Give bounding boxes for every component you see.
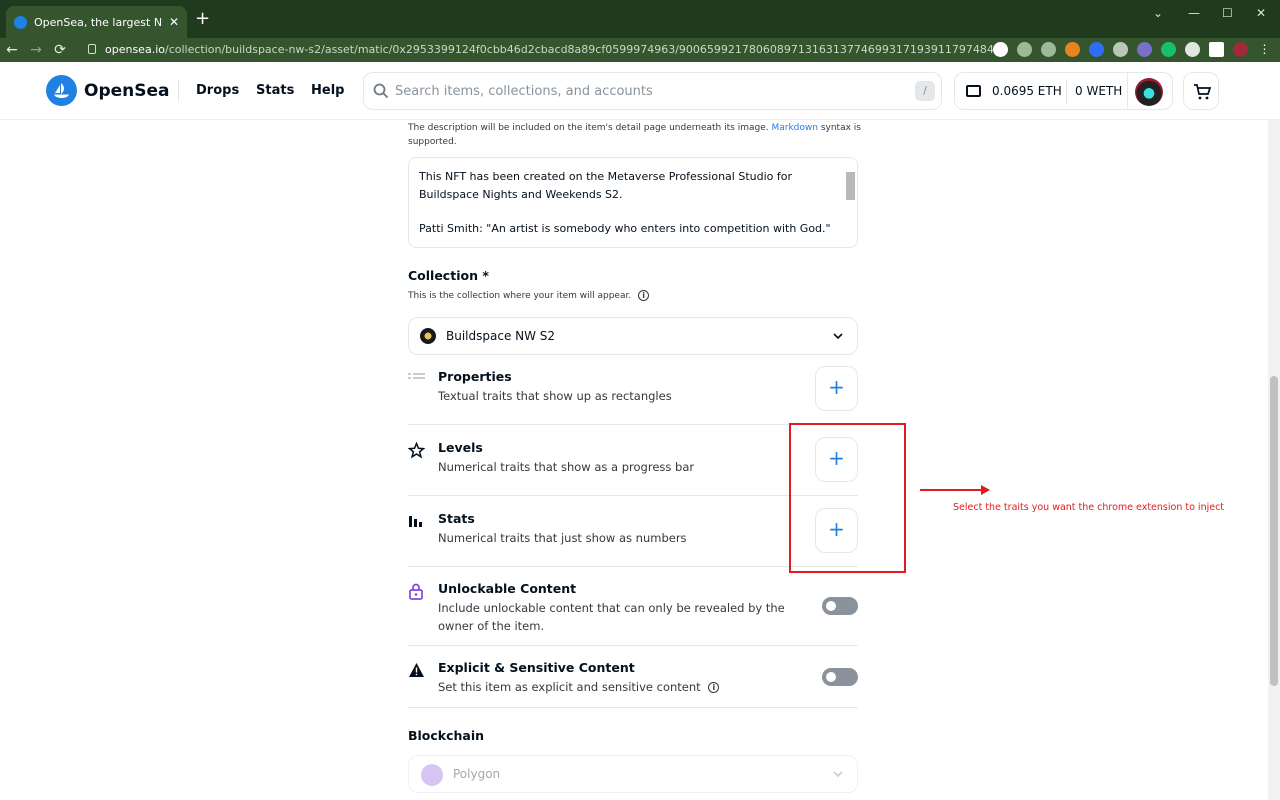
explicit-desc-text: Set this item as explicit and sensitive … bbox=[438, 680, 701, 694]
explicit-title: Explicit & Sensitive Content bbox=[438, 660, 635, 675]
puzzle-icon[interactable] bbox=[1185, 42, 1200, 57]
chevron-down-icon bbox=[833, 771, 843, 778]
brand-name[interactable]: OpenSea bbox=[84, 81, 170, 101]
url-domain: opensea.io bbox=[105, 43, 165, 56]
description-paragraph-2: Patti Smith: "An artist is somebody who … bbox=[419, 222, 831, 235]
wallet-icon bbox=[966, 85, 981, 97]
close-tab-icon[interactable]: ✕ bbox=[169, 15, 179, 29]
stats-desc: Numerical traits that just show as numbe… bbox=[438, 531, 687, 545]
markdown-link[interactable]: Markdown bbox=[771, 123, 817, 133]
trait-row-properties: Properties Textual traits that show up a… bbox=[408, 366, 858, 419]
description-textarea[interactable]: This NFT has been created on the Metaver… bbox=[408, 157, 858, 248]
description-paragraph-1: This NFT has been created on the Metaver… bbox=[419, 170, 792, 201]
minimize-icon[interactable]: — bbox=[1188, 6, 1200, 20]
stats-title: Stats bbox=[438, 511, 475, 526]
info-icon[interactable]: i bbox=[638, 290, 650, 301]
forward-icon[interactable]: → bbox=[24, 42, 48, 58]
annotation-arrow bbox=[920, 489, 982, 491]
wallet-divider-2 bbox=[1127, 73, 1128, 109]
explicit-toggle[interactable] bbox=[822, 668, 858, 686]
info-icon[interactable]: i bbox=[708, 682, 720, 693]
unlockable-row: Unlockable Content Include unlockable co… bbox=[408, 581, 858, 633]
levels-desc: Numerical traits that show as a progress… bbox=[438, 460, 695, 474]
tab-search-icon[interactable]: ⌄ bbox=[1153, 6, 1163, 20]
sidepanel-icon[interactable] bbox=[1209, 42, 1224, 57]
bar-chart-icon bbox=[409, 516, 422, 527]
explicit-row: Explicit & Sensitive Content Set this it… bbox=[408, 660, 858, 700]
explicit-desc: Set this item as explicit and sensitive … bbox=[438, 678, 828, 696]
eth-balance: 0.0695 ETH bbox=[992, 84, 1062, 98]
tab-title: OpenSea, the largest NFT marketplace bbox=[34, 15, 163, 29]
textarea-scrollbar-thumb[interactable] bbox=[846, 172, 855, 200]
unlockable-toggle[interactable] bbox=[822, 597, 858, 615]
bookmark-star-icon[interactable] bbox=[1041, 42, 1056, 57]
collection-title: Collection * bbox=[408, 268, 489, 283]
cart-icon bbox=[1194, 84, 1211, 100]
levels-title: Levels bbox=[438, 440, 483, 455]
annotation-highlight-box bbox=[789, 423, 906, 573]
wallet-divider bbox=[1066, 79, 1067, 104]
maximize-icon[interactable]: ☐ bbox=[1222, 6, 1233, 20]
blockchain-selected: Polygon bbox=[453, 767, 501, 781]
nav-drops[interactable]: Drops bbox=[196, 83, 239, 98]
list-icon bbox=[408, 373, 425, 379]
url-path: /collection/buildspace-nw-s2/asset/matic… bbox=[164, 43, 1000, 56]
share-icon[interactable] bbox=[1017, 42, 1032, 57]
metamask-icon[interactable] bbox=[1065, 42, 1080, 57]
search-shortcut-badge: / bbox=[915, 81, 935, 101]
page-scrollbar-thumb[interactable] bbox=[1270, 376, 1278, 686]
divider bbox=[408, 707, 858, 708]
search-bar[interactable]: / bbox=[363, 72, 942, 110]
properties-title: Properties bbox=[438, 369, 512, 384]
polygon-icon bbox=[421, 764, 443, 786]
cart-button[interactable] bbox=[1183, 72, 1219, 110]
description-help-text: The description will be included on the … bbox=[408, 123, 769, 133]
browser-tabbar: OpenSea, the largest NFT marketplace ✕ +… bbox=[0, 0, 1280, 38]
extension-icons: ⋮ bbox=[993, 42, 1272, 57]
annotation-arrowhead-icon bbox=[981, 485, 990, 495]
opensea-favicon-icon bbox=[14, 15, 27, 29]
weth-balance: 0 WETH bbox=[1075, 84, 1123, 98]
profile-avatar-icon[interactable] bbox=[1233, 42, 1248, 57]
reload-icon[interactable]: ⟳ bbox=[48, 42, 72, 58]
header-divider bbox=[178, 80, 179, 102]
star-icon bbox=[408, 442, 425, 459]
grammarly-icon[interactable] bbox=[1161, 42, 1176, 57]
chevron-down-icon bbox=[833, 333, 843, 340]
profile-avatar[interactable] bbox=[1135, 78, 1163, 106]
menu-icon[interactable]: ⋮ bbox=[1257, 42, 1272, 57]
nav-stats[interactable]: Stats bbox=[256, 83, 294, 98]
extension-camera-icon[interactable] bbox=[1113, 42, 1128, 57]
search-icon bbox=[373, 83, 389, 99]
divider bbox=[408, 645, 858, 646]
lock-icon bbox=[88, 44, 96, 54]
new-tab-button[interactable]: + bbox=[195, 10, 210, 28]
search-input[interactable] bbox=[395, 81, 895, 101]
extension-blue-icon[interactable] bbox=[1089, 42, 1104, 57]
collection-subtitle-text: This is the collection where your item w… bbox=[408, 291, 632, 301]
collection-select[interactable]: Buildspace NW S2 bbox=[408, 317, 858, 355]
extension-purple-icon[interactable] bbox=[1137, 42, 1152, 57]
back-icon[interactable]: ← bbox=[0, 42, 24, 58]
warning-icon bbox=[409, 663, 424, 677]
close-window-icon[interactable]: ✕ bbox=[1256, 6, 1266, 20]
annotation-text: Select the traits you want the chrome ex… bbox=[953, 502, 1225, 513]
collection-selected: Buildspace NW S2 bbox=[446, 329, 556, 343]
unlockable-title: Unlockable Content bbox=[438, 581, 577, 596]
browser-toolbar: ← → ⟳ opensea.io/collection/buildspace-n… bbox=[0, 38, 1280, 62]
lock-content-icon bbox=[409, 583, 423, 600]
collection-logo-icon bbox=[420, 328, 436, 344]
browser-tab[interactable]: OpenSea, the largest NFT marketplace ✕ bbox=[6, 6, 187, 38]
description-help: The description will be included on the … bbox=[408, 121, 863, 149]
add-properties-button[interactable]: + bbox=[815, 366, 858, 411]
opensea-logo-icon[interactable] bbox=[46, 75, 77, 106]
blockchain-title: Blockchain bbox=[408, 728, 485, 743]
blockchain-select[interactable]: Polygon bbox=[408, 755, 858, 793]
properties-desc: Textual traits that show up as rectangle… bbox=[438, 389, 672, 403]
nav-help[interactable]: Help bbox=[311, 83, 344, 98]
google-icon[interactable] bbox=[993, 42, 1008, 57]
unlockable-desc: Include unlockable content that can only… bbox=[438, 601, 785, 633]
address-bar[interactable]: opensea.io/collection/buildspace-nw-s2/a… bbox=[105, 38, 1000, 62]
collection-subtitle: This is the collection where your item w… bbox=[408, 290, 650, 301]
